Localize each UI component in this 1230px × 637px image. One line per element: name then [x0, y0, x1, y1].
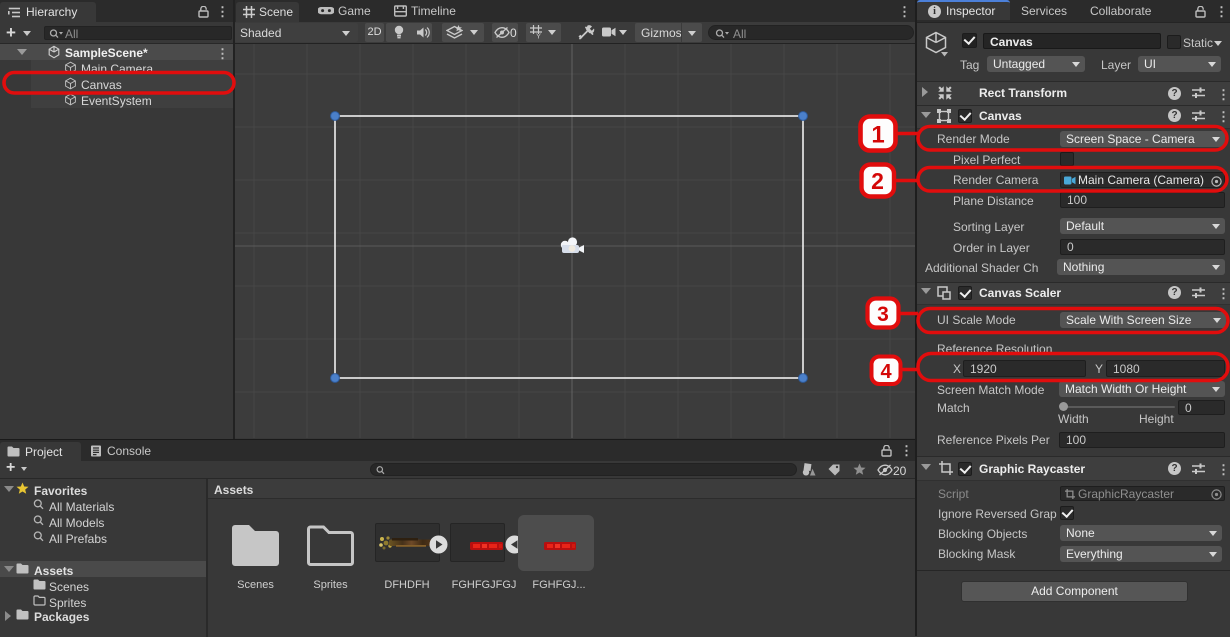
svg-text:Y: Y — [536, 32, 541, 40]
